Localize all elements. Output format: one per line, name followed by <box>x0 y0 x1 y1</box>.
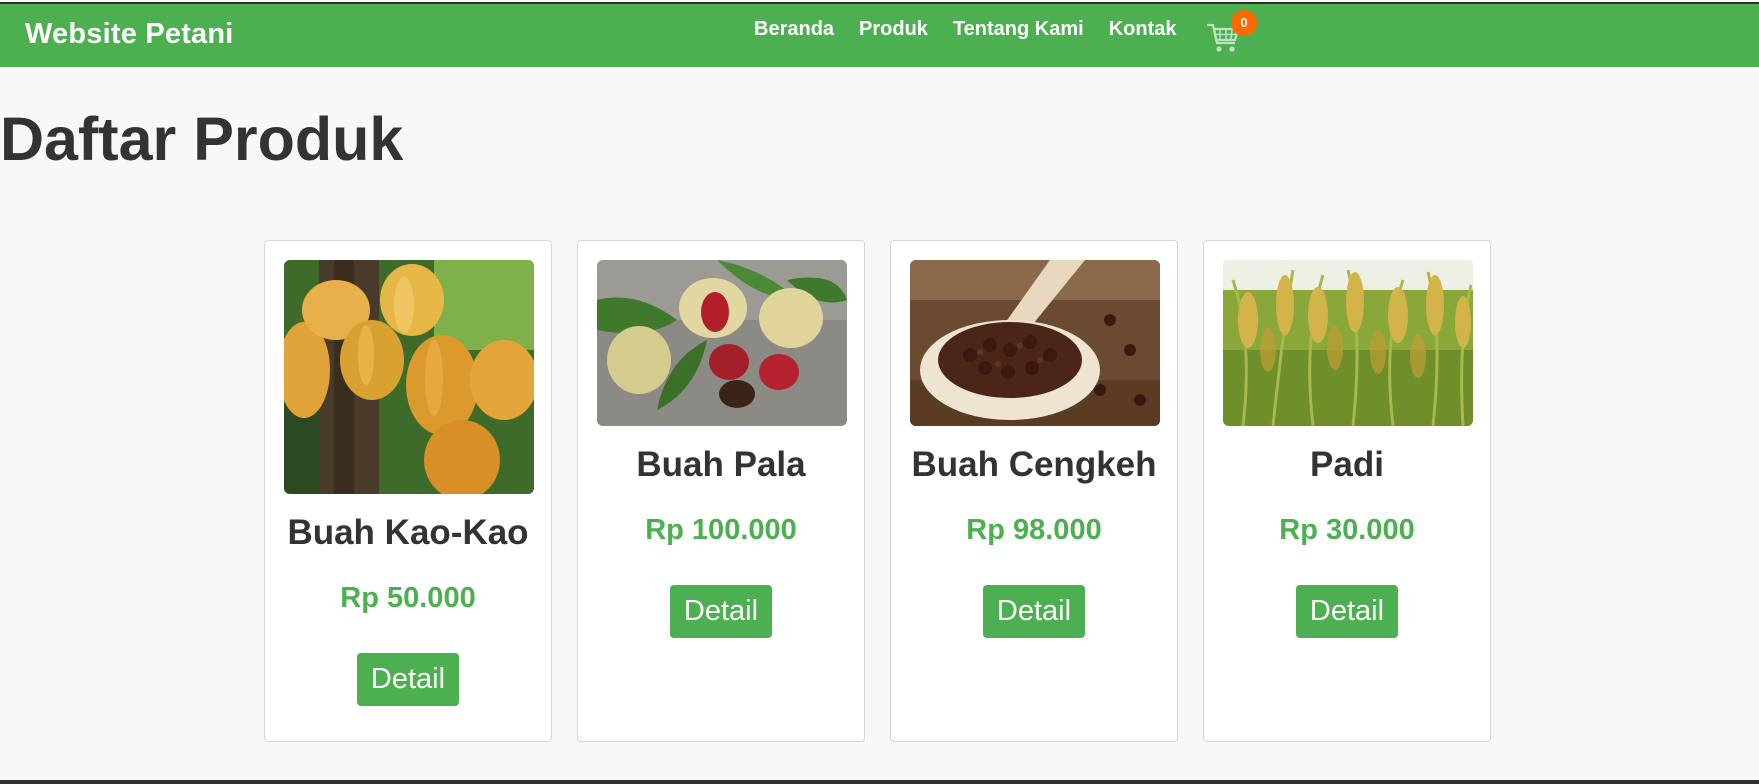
cacao-pods-image <box>284 260 534 494</box>
detail-button[interactable]: Detail <box>356 653 460 706</box>
product-price: Rp 98.000 <box>966 514 1102 546</box>
nav-link-beranda[interactable]: Beranda <box>754 18 834 41</box>
product-card: Padi Rp 30.000 Detail <box>1203 240 1491 742</box>
product-card: Buah Pala Rp 100.000 Detail <box>577 240 865 742</box>
product-price: Rp 100.000 <box>645 514 797 546</box>
page-title: Daftar Produk <box>0 105 404 173</box>
cart-count-badge: 0 <box>1231 10 1257 36</box>
product-card: Buah Cengkeh Rp 98.000 Detail <box>890 240 1178 742</box>
nav-link-produk[interactable]: Produk <box>859 18 928 41</box>
page: Website Petani Beranda Produk Tentang Ka… <box>0 0 1759 780</box>
product-name: Buah Kao-Kao <box>287 513 529 552</box>
nav-link-tentang-kami[interactable]: Tentang Kami <box>953 18 1084 41</box>
nav-links: Beranda Produk Tentang Kami Kontak <box>754 18 1202 41</box>
product-price: Rp 30.000 <box>1279 514 1415 546</box>
navbar: Website Petani Beranda Produk Tentang Ka… <box>0 2 1759 67</box>
product-name: Padi <box>1310 445 1384 484</box>
detail-button[interactable]: Detail <box>669 585 773 638</box>
rice-plant-image <box>1223 260 1473 426</box>
nav-link-kontak[interactable]: Kontak <box>1109 18 1177 41</box>
cloves-image <box>910 260 1160 426</box>
site-brand[interactable]: Website Petani <box>25 18 234 51</box>
product-card: Buah Kao-Kao Rp 50.000 Detail <box>264 240 552 742</box>
cart-button[interactable]: 0 <box>1205 10 1257 57</box>
nutmeg-image <box>597 260 847 426</box>
detail-button[interactable]: Detail <box>1295 585 1399 638</box>
detail-button[interactable]: Detail <box>982 585 1086 638</box>
product-name: Buah Cengkeh <box>911 445 1157 484</box>
product-price: Rp 50.000 <box>340 582 476 614</box>
product-name: Buah Pala <box>636 445 806 484</box>
product-list: Buah Kao-Kao Rp 50.000 Detail Buah Pala … <box>264 240 1491 742</box>
